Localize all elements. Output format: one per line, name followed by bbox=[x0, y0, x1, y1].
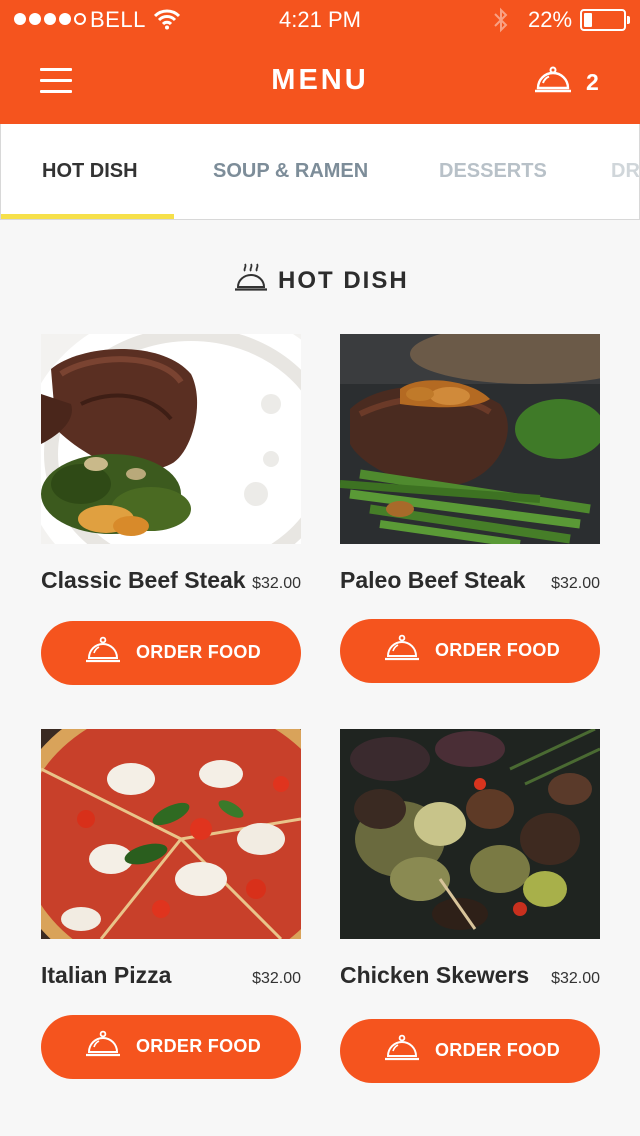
dish-price: $32.00 bbox=[252, 575, 301, 592]
dish-name: Italian Pizza bbox=[41, 962, 172, 988]
dish-photo-image bbox=[41, 334, 301, 544]
dish-card: Chicken Skewers $32.00 ORDER FOOD bbox=[340, 729, 602, 1085]
cloche-icon bbox=[385, 634, 419, 661]
order-food-label: ORDER FOOD bbox=[136, 1036, 262, 1056]
battery-percentage: 22% bbox=[528, 7, 573, 32]
dish-price: $32.00 bbox=[252, 970, 301, 987]
battery-level bbox=[584, 13, 592, 27]
dish-name: Paleo Beef Steak bbox=[340, 567, 526, 593]
tab-hot-dish[interactable]: HOT DISH bbox=[42, 124, 138, 219]
dish-card: Paleo Beef Steak $32.00 ORDER FOOD bbox=[340, 334, 602, 686]
dish-price: $32.00 bbox=[551, 575, 600, 592]
dish-name: Chicken Skewers bbox=[340, 962, 530, 988]
dish-photo[interactable] bbox=[340, 729, 600, 939]
dish-photo[interactable] bbox=[41, 334, 301, 544]
category-tabs: HOT DISH SOUP & RAMEN DESSERTS DRINKS bbox=[0, 124, 640, 220]
order-food-label: ORDER FOOD bbox=[435, 1040, 561, 1060]
cloche-icon bbox=[86, 1030, 120, 1057]
dish-photo-image bbox=[340, 334, 600, 544]
section-title: HOT DISH bbox=[278, 267, 409, 294]
order-food-label: ORDER FOOD bbox=[136, 642, 262, 662]
battery-icon bbox=[580, 9, 630, 31]
steaming-cloche-icon bbox=[235, 263, 267, 291]
dish-photo[interactable] bbox=[340, 334, 600, 544]
order-food-label: ORDER FOOD bbox=[435, 640, 561, 660]
top-bar: BELL 4:21 PM 22% MENU 2 bbox=[0, 0, 640, 124]
dish-name: Classic Beef Steak bbox=[41, 567, 246, 593]
status-bar: BELL 4:21 PM 22% bbox=[0, 0, 640, 40]
cloche-icon bbox=[535, 66, 571, 93]
cart-count-badge: 2 bbox=[586, 69, 599, 95]
tab-drinks[interactable]: DRINKS bbox=[611, 124, 639, 219]
dish-price: $32.00 bbox=[551, 970, 600, 987]
order-food-button[interactable]: ORDER FOOD bbox=[340, 619, 600, 683]
cloche-icon bbox=[86, 636, 120, 663]
tab-soup-ramen[interactable]: SOUP & RAMEN bbox=[213, 124, 368, 219]
tab-desserts[interactable]: DESSERTS bbox=[439, 124, 547, 219]
dish-card: Italian Pizza $32.00 ORDER FOOD bbox=[41, 729, 303, 1081]
bluetooth-icon bbox=[494, 7, 508, 33]
cloche-icon bbox=[385, 1034, 419, 1061]
active-tab-indicator bbox=[1, 214, 174, 219]
order-food-button[interactable]: ORDER FOOD bbox=[41, 621, 301, 685]
dish-card: Classic Beef Steak $32.00 ORDER FOOD bbox=[41, 334, 303, 686]
section-header: HOT DISH bbox=[0, 262, 640, 302]
dish-photo-image bbox=[340, 729, 600, 939]
cart-button[interactable]: 2 bbox=[534, 66, 614, 100]
order-food-button[interactable]: ORDER FOOD bbox=[41, 1015, 301, 1079]
order-food-button[interactable]: ORDER FOOD bbox=[340, 1019, 600, 1083]
dish-photo[interactable] bbox=[41, 729, 301, 939]
dish-photo-image bbox=[41, 729, 301, 939]
